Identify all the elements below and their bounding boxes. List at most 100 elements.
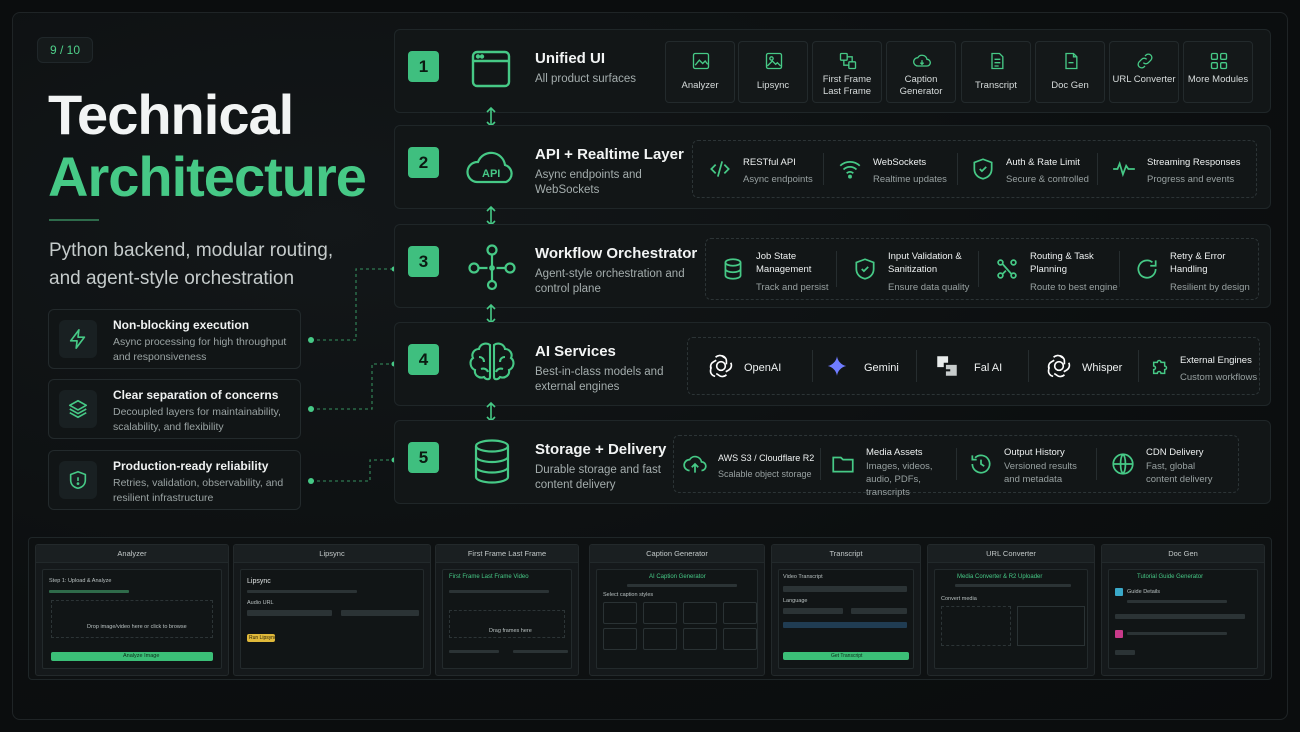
item-websockets: WebSockets Realtime updates [837, 141, 957, 197]
screenshot-lipsync[interactable]: Lipsync Lipsync Audio URL Run Lipsync [233, 544, 431, 676]
module-label: More Modules [1187, 74, 1249, 85]
divider [820, 448, 821, 480]
grid-icon [1210, 52, 1228, 70]
screenshot-body: Convert media [941, 596, 977, 602]
item-title: Routing & Task Planning [1030, 251, 1094, 275]
item-title: Media Assets [866, 447, 923, 458]
provider-whisper: Whisper [1046, 338, 1146, 394]
globe-icon [1112, 453, 1134, 475]
item-title: RESTful API [743, 157, 796, 168]
provider-label: Whisper [1082, 362, 1123, 374]
item-desc: Route to best engine [1030, 282, 1118, 293]
item-title: AWS S3 / Cloudflare R2 [718, 453, 815, 463]
screenshot-body: Audio URL [247, 600, 274, 606]
screenshot-doc-gen[interactable]: Doc Gen Tutorial Guide Generator Guide D… [1101, 544, 1265, 676]
layer-number: 1 [408, 51, 439, 82]
browser-window-icon [463, 46, 521, 96]
whisper-icon [1047, 354, 1071, 378]
screenshot-body: Drag frames here [489, 628, 532, 634]
pulse-icon [1113, 160, 1135, 178]
item-job-state: Job State Management Track and persist [720, 239, 840, 299]
module-analyzer[interactable]: Analyzer [665, 41, 735, 103]
item-media-assets: Media Assets Images, videos, audio, PDFs… [830, 436, 965, 498]
image-chart-icon [692, 52, 710, 70]
screenshot-title: Doc Gen [1102, 545, 1264, 563]
item-desc: Ensure data quality [888, 282, 970, 293]
screenshot-title: First Frame Last Frame [436, 545, 578, 563]
folder-icon [832, 456, 854, 473]
module-more-modules[interactable]: More Modules [1183, 41, 1253, 103]
screenshot-url-converter[interactable]: URL Converter Media Converter & R2 Uploa… [927, 544, 1095, 676]
layer-number: 5 [408, 442, 439, 473]
storage-icon [463, 437, 521, 487]
image-icon [765, 52, 783, 70]
layer-workflow-orchestrator: 3 Workflow Orchestrator Agent-style orch… [394, 224, 1271, 308]
provider-fal-ai: Fal AI [934, 338, 1034, 394]
divider [1097, 153, 1098, 185]
item-auth-rate-limit: Auth & Rate Limit Secure & controlled [970, 141, 1100, 197]
screenshot-heading: Tutorial Guide Generator [1137, 574, 1204, 580]
layer-title: API + Realtime Layer [535, 146, 684, 163]
module-caption-generator[interactable]: Caption Generator [886, 41, 956, 103]
puzzle-icon [1152, 359, 1168, 375]
divider [1138, 350, 1139, 382]
screenshot-transcript[interactable]: Transcript Video Transcript Language Get… [771, 544, 921, 676]
item-streaming-responses: Streaming Responses Progress and events [1111, 141, 1256, 197]
layer-title: AI Services [535, 343, 616, 360]
layer-number: 2 [408, 147, 439, 178]
document-icon [991, 52, 1004, 70]
caption-icon [913, 54, 931, 67]
layer-title: Workflow Orchestrator [535, 245, 698, 262]
retry-icon [1137, 259, 1157, 279]
database-icon [724, 258, 742, 280]
item-title: External Engines [1180, 355, 1252, 366]
divider [1096, 448, 1097, 480]
module-label: Lipsync [756, 80, 790, 91]
wifi-icon [839, 161, 861, 179]
svg-text:API: API [482, 168, 500, 180]
provider-label: OpenAI [744, 362, 782, 374]
screenshot-body: Drop image/video here or click to browse [87, 624, 187, 630]
layer-desc: Agent-style orchestration and control pl… [535, 268, 685, 295]
module-first-frame[interactable]: First Frame Last Frame [812, 41, 882, 103]
module-doc-gen[interactable]: Doc Gen [1035, 41, 1105, 103]
provider-label: Fal AI [974, 362, 1003, 374]
workflow-icon [463, 241, 521, 291]
screenshot-heading: Video Transcript [783, 574, 823, 580]
layer-storage-delivery: 5 Storage + Delivery Durable storage and… [394, 420, 1271, 504]
route-icon [997, 259, 1017, 279]
layer-ai-services: 4 AI Services Best-in-class models and e… [394, 322, 1271, 406]
api-items: RESTful API Async endpoints WebSockets R… [692, 140, 1257, 198]
screenshot-first-frame[interactable]: First Frame Last Frame First Frame Last … [435, 544, 579, 676]
divider [957, 153, 958, 185]
orchestrator-items: Job State Management Track and persist I… [705, 238, 1259, 300]
divider [836, 251, 837, 287]
module-lipsync[interactable]: Lipsync [738, 41, 808, 103]
item-desc: Async endpoints [743, 174, 813, 185]
item-desc: Scalable object storage [718, 469, 812, 479]
item-desc: Progress and events [1147, 174, 1235, 185]
screenshot-caption-generator[interactable]: Caption Generator AI Caption Generator S… [589, 544, 765, 676]
module-url-converter[interactable]: URL Converter [1109, 41, 1179, 103]
item-title: Retry & Error Handling [1170, 251, 1226, 275]
gemini-icon [827, 356, 847, 376]
screenshot-body: Guide Details [1127, 589, 1161, 595]
item-desc: Track and persist [756, 282, 829, 293]
item-object-storage: AWS S3 / Cloudflare R2 Scalable object s… [682, 436, 822, 492]
api-cloud-icon: API [463, 142, 521, 192]
layer-desc: Durable storage and fast content deliver… [535, 464, 661, 491]
module-label: First Frame Last Frame [822, 74, 872, 97]
item-title: WebSockets [873, 157, 927, 168]
screenshot-analyzer[interactable]: Analyzer Step 1: Upload & Analyze Drop i… [35, 544, 229, 676]
item-title: Input Validation & Sanitization [888, 251, 962, 275]
fal-icon [937, 356, 957, 376]
shield-check-icon [855, 258, 875, 280]
product-screenshot-strip: Analyzer Step 1: Upload & Analyze Drop i… [28, 537, 1272, 680]
openai-icon [709, 354, 733, 378]
screenshot-title: Analyzer [36, 545, 228, 563]
module-transcript[interactable]: Transcript [961, 41, 1031, 103]
code-icon [710, 161, 730, 177]
screenshot-body: Language [783, 598, 808, 604]
module-label: Transcript [975, 80, 1017, 91]
layer-number: 3 [408, 246, 439, 277]
